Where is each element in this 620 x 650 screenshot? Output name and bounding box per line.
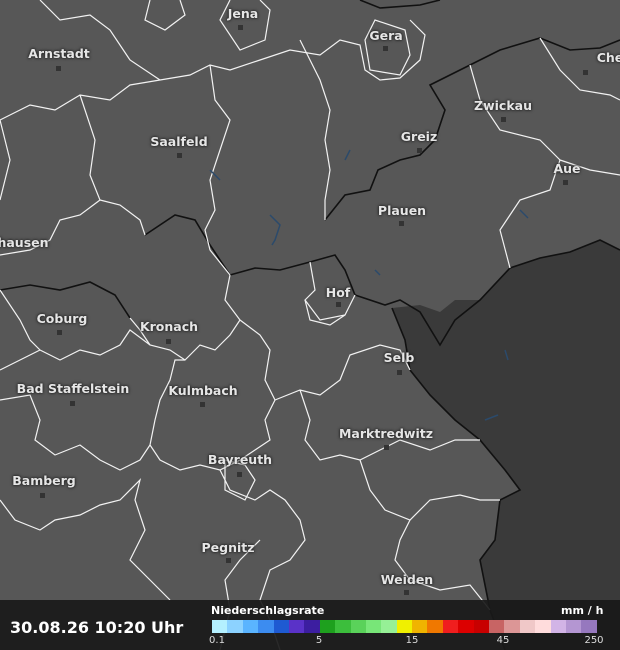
city-marker xyxy=(563,180,568,185)
legend-tick: 5 xyxy=(315,635,323,646)
city-marker xyxy=(417,148,422,153)
legend-swatch xyxy=(350,620,366,633)
city-label: Bamberg xyxy=(12,473,76,488)
city-marker xyxy=(226,558,231,563)
city-label: Arnstadt xyxy=(28,46,90,61)
legend-swatch xyxy=(565,620,582,633)
legend-swatch xyxy=(273,620,289,633)
city-label: Bad Staffelstein xyxy=(16,381,130,396)
city-label: Che xyxy=(596,50,620,65)
legend-swatch xyxy=(212,620,228,633)
city-label: Kronach xyxy=(139,319,199,334)
city-marker xyxy=(238,25,243,30)
legend-swatch xyxy=(550,620,566,633)
legend-unit: mm / h xyxy=(561,604,604,617)
city-marker xyxy=(397,370,402,375)
city-marker xyxy=(384,445,389,450)
legend-swatch xyxy=(581,620,597,633)
legend-swatch xyxy=(365,620,382,633)
city-marker xyxy=(336,302,341,307)
legend-swatch xyxy=(442,620,459,633)
city-label: Marktredwitz xyxy=(338,426,434,441)
legend-swatch xyxy=(504,620,520,633)
legend-swatch xyxy=(227,620,243,633)
city-marker xyxy=(57,330,62,335)
legend-title: Niederschlagsrate xyxy=(211,604,325,617)
city-label: Hof xyxy=(325,285,351,300)
legend-swatch xyxy=(489,620,505,633)
city-label: Selb xyxy=(383,350,415,365)
city-marker xyxy=(200,402,205,407)
city-label: Plauen xyxy=(377,203,427,218)
city-marker xyxy=(501,117,506,122)
legend-tick: 45 xyxy=(496,635,510,646)
city-marker xyxy=(70,401,75,406)
legend-footer: 30.08.26 10:20 Uhr Niederschlagsrate mm … xyxy=(0,600,620,650)
city-label: Coburg xyxy=(36,311,88,326)
legend-tick: 0.1 xyxy=(209,635,225,646)
city-label: Bayreuth xyxy=(207,452,273,467)
city-label: Kulmbach xyxy=(168,383,238,398)
legend-tick: 250 xyxy=(584,635,604,646)
city-marker xyxy=(166,339,171,344)
city-marker xyxy=(40,493,45,498)
legend-swatch xyxy=(335,620,351,633)
city-label: Greiz xyxy=(400,129,438,144)
city-label: Zwickau xyxy=(474,98,532,113)
city-marker xyxy=(399,221,404,226)
legend-swatch xyxy=(473,620,490,633)
legend-tick: 15 xyxy=(405,635,419,646)
legend-swatch xyxy=(258,620,274,633)
legend-swatch xyxy=(458,620,474,633)
legend-color-scale xyxy=(212,620,597,633)
city-label: Gera xyxy=(369,28,403,43)
legend-swatch xyxy=(242,620,259,633)
city-marker xyxy=(383,46,388,51)
legend-swatch xyxy=(304,620,320,633)
city-label: Saalfeld xyxy=(150,134,208,149)
city-label: Jena xyxy=(227,6,259,21)
legend-swatch xyxy=(412,620,428,633)
legend-swatch xyxy=(519,620,536,633)
city-marker xyxy=(237,472,242,477)
timestamp: 30.08.26 10:20 Uhr xyxy=(10,618,184,637)
city-marker xyxy=(177,153,182,158)
legend-swatch xyxy=(396,620,413,633)
city-marker xyxy=(583,70,588,75)
legend-swatch xyxy=(288,620,305,633)
city-marker xyxy=(56,66,61,71)
city-label: Pegnitz xyxy=(201,540,255,555)
city-label: Weiden xyxy=(380,572,434,587)
legend-swatch xyxy=(319,620,336,633)
city-marker xyxy=(404,590,409,595)
legend-swatch xyxy=(535,620,551,633)
legend-swatch xyxy=(427,620,443,633)
city-label: hausen xyxy=(0,235,49,250)
city-label: Aue xyxy=(553,161,581,176)
legend-swatch xyxy=(381,620,397,633)
